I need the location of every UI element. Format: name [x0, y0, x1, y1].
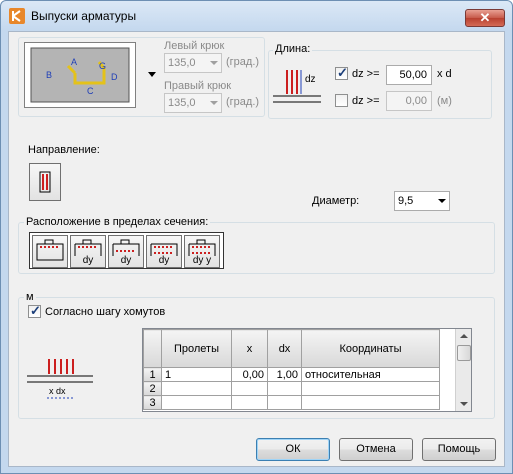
column-header-x[interactable]: x [231, 329, 268, 368]
placement-sub-5: dy y [192, 255, 212, 266]
placement-icon-2 [74, 239, 102, 256]
stirrup-step-label: Согласно шагу хомутов [45, 306, 166, 318]
table-header-row: Пролеты x dx Координаты [143, 329, 440, 368]
cell-spans[interactable] [161, 395, 232, 410]
right-hook-value: 135,0 [168, 97, 196, 109]
title-bar: Выпуски арматуры ✕ [1, 1, 512, 31]
check-icon: ✓ [30, 303, 41, 318]
close-button[interactable]: ✕ [465, 9, 505, 27]
cell-x[interactable] [231, 381, 268, 396]
hook-label-d: D [111, 72, 118, 82]
cell-x[interactable] [231, 395, 268, 410]
placement-button-2[interactable]: dy [70, 235, 106, 268]
row-number: 3 [143, 395, 162, 410]
chevron-down-icon [210, 101, 218, 105]
cell-x[interactable]: 0,00 [231, 367, 268, 382]
right-hook-select[interactable]: 135,0 [164, 93, 222, 113]
length-diagram: dz [273, 70, 321, 103]
hook-label-g: G [99, 61, 106, 71]
right-hook-label: Правый крюк [164, 80, 232, 92]
hook-label-c: C [87, 86, 94, 96]
scroll-down-icon[interactable] [460, 402, 468, 406]
diameter-select[interactable]: 9,5 [394, 191, 450, 211]
hook-label-b: B [46, 70, 52, 80]
row-number: 2 [143, 381, 162, 396]
hook-preview-drawing: A B C D G [30, 47, 130, 103]
cell-coordinates[interactable]: относительная [301, 367, 440, 382]
dz-factor-unit: x d [437, 68, 452, 80]
left-hook-label: Левый крюк [164, 40, 225, 52]
cell-dx[interactable] [267, 381, 302, 396]
right-hook-unit: (град.) [226, 96, 260, 108]
left-hook-value: 135,0 [168, 57, 196, 69]
spacing-diagram: x dx [27, 359, 93, 399]
dialog-body: A B C D G Левый крюк 135,0 (град.) Правы… [8, 31, 505, 467]
dz-length-unit: (м) [437, 95, 452, 107]
row-number-header [143, 329, 162, 368]
cell-spans[interactable] [161, 381, 232, 396]
scroll-thumb[interactable] [457, 345, 471, 361]
column-header-dx[interactable]: dx [267, 329, 302, 368]
spacing-diagram-label: x dx [49, 386, 66, 396]
table-row[interactable]: 1 1 0,00 1,00 относительная [143, 367, 440, 382]
app-icon [9, 8, 25, 24]
chevron-down-icon [438, 199, 446, 203]
cell-coordinates[interactable] [301, 395, 440, 410]
direction-icon [39, 171, 51, 193]
placement-group-title: Расположение в пределах сечения: [24, 216, 211, 228]
placement-sub-4: dy [158, 255, 170, 266]
dz-factor-label: dz >= [352, 68, 380, 80]
spans-table[interactable]: Пролеты x dx Координаты 1 1 0,00 1,00 от… [142, 328, 472, 412]
dialog-window: Выпуски арматуры ✕ A B C D G Левый крюк … [0, 0, 513, 474]
left-hook-unit: (град.) [226, 56, 260, 68]
placement-button-5[interactable]: dy y [184, 235, 220, 268]
cancel-button[interactable]: Отмена [339, 438, 413, 461]
cell-dx[interactable] [267, 395, 302, 410]
placement-toolbar: dy dy dy dy y [29, 232, 224, 269]
window-title: Выпуски арматуры [31, 9, 137, 23]
table-scrollbar[interactable] [455, 329, 471, 411]
column-header-coordinates[interactable]: Координаты [301, 329, 440, 368]
left-hook-select[interactable]: 135,0 [164, 53, 222, 73]
table-row[interactable]: 2 [143, 381, 440, 396]
hook-preview[interactable]: A B C D G [24, 42, 136, 108]
placement-icon-3 [112, 239, 140, 256]
direction-label: Направление: [28, 144, 100, 156]
table-row[interactable]: 3 [143, 395, 440, 410]
check-icon: ✓ [337, 65, 348, 80]
spacing-group-title: м [24, 291, 36, 303]
placement-sub-2: dy [82, 255, 94, 266]
placement-icon-5 [188, 239, 216, 256]
placement-sub-3: dy [120, 255, 132, 266]
help-button[interactable]: Помощь [422, 438, 496, 461]
diameter-value: 9,5 [398, 195, 414, 207]
placement-button-1[interactable] [32, 235, 68, 268]
placement-button-3[interactable]: dy [108, 235, 144, 268]
direction-button[interactable] [29, 163, 61, 201]
hook-preview-dropdown-icon[interactable] [148, 72, 156, 77]
dz-factor-input[interactable]: 50,00 [386, 65, 432, 85]
column-header-spans[interactable]: Пролеты [161, 329, 232, 368]
cell-coordinates[interactable] [301, 381, 440, 396]
scroll-up-icon[interactable] [460, 334, 468, 338]
dz-factor-checkbox[interactable]: ✓ [335, 65, 348, 80]
cell-spans[interactable]: 1 [161, 367, 232, 382]
dz-length-label: dz >= [352, 95, 380, 107]
hook-label-a: A [71, 57, 77, 67]
length-group-title: Длина: [273, 43, 313, 55]
chevron-down-icon [210, 61, 218, 65]
length-diagram-label: dz [305, 74, 316, 85]
diameter-label: Диаметр: [312, 195, 360, 207]
dz-length-checkbox[interactable] [335, 94, 348, 107]
placement-icon-1 [36, 239, 64, 261]
row-number: 1 [143, 367, 162, 382]
stirrup-step-checkbox[interactable]: ✓ [28, 303, 41, 318]
ok-button[interactable]: ОК [256, 438, 330, 461]
dz-length-input[interactable]: 0,00 [386, 91, 432, 111]
placement-button-4[interactable]: dy [146, 235, 182, 268]
cell-dx[interactable]: 1,00 [267, 367, 302, 382]
placement-icon-4 [150, 243, 178, 256]
